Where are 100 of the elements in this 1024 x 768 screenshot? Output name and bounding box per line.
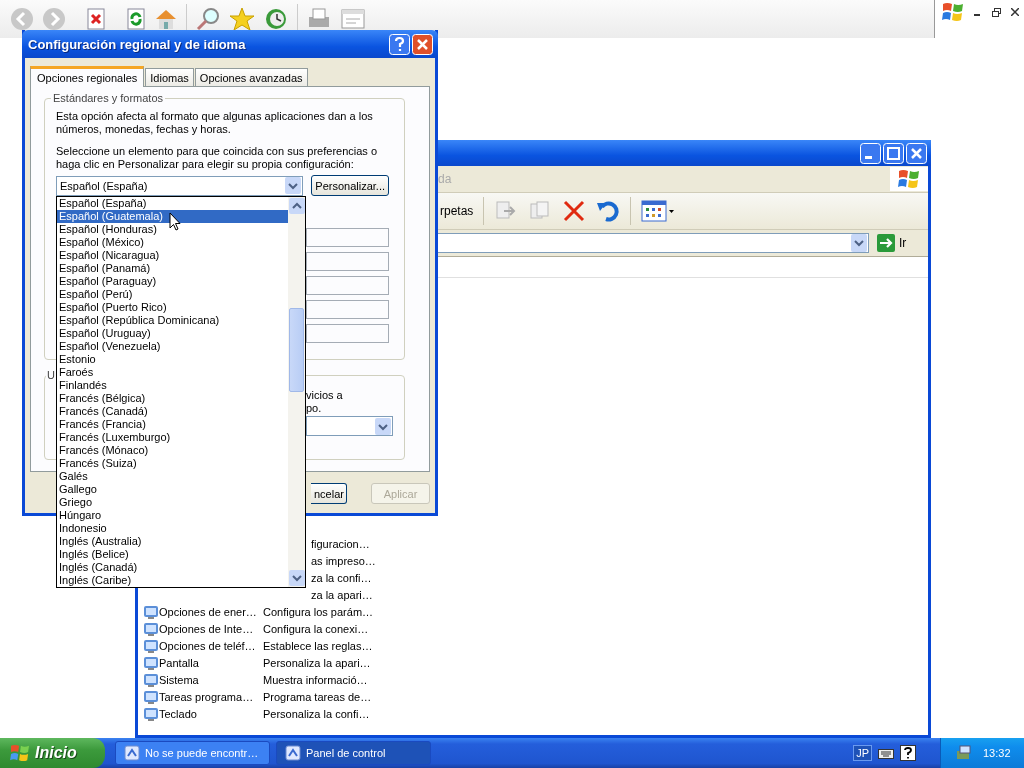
forward-icon[interactable] bbox=[42, 7, 66, 31]
list-option[interactable]: Griego bbox=[57, 496, 288, 509]
list-option[interactable]: Faroés bbox=[57, 366, 288, 379]
item-name[interactable]: Opciones de Inte… bbox=[159, 622, 263, 635]
minimize-button[interactable] bbox=[860, 142, 881, 164]
folders-button[interactable]: rpetas bbox=[440, 204, 474, 218]
go-button[interactable]: Ir bbox=[873, 234, 911, 252]
list-option[interactable]: Español (Uruguay) bbox=[57, 327, 288, 340]
list-option[interactable]: Español (Guatemala) bbox=[57, 210, 288, 223]
item-name[interactable]: Opciones de teléf… bbox=[159, 639, 263, 652]
search-icon[interactable] bbox=[195, 7, 221, 31]
list-option[interactable]: Inglés (Australia) bbox=[57, 535, 288, 548]
scroll-down-icon[interactable] bbox=[288, 570, 305, 586]
edit-icon[interactable] bbox=[340, 7, 366, 31]
list-option[interactable]: Español (Panamá) bbox=[57, 262, 288, 275]
views-icon[interactable] bbox=[641, 200, 676, 222]
list-option[interactable]: Español (Puerto Rico) bbox=[57, 301, 288, 314]
list-option[interactable]: Finlandés bbox=[57, 379, 288, 392]
locale-dropdown[interactable]: Español (España) bbox=[56, 175, 304, 196]
scroll-up-icon[interactable] bbox=[288, 198, 305, 214]
list-option[interactable]: Francés (Canadá) bbox=[57, 405, 288, 418]
start-button[interactable]: Inicio bbox=[0, 738, 105, 768]
list-option[interactable]: Francés (Luxemburgo) bbox=[57, 431, 288, 444]
scrollbar[interactable] bbox=[288, 197, 305, 587]
taskbar-button[interactable]: Panel de control bbox=[276, 741, 431, 765]
maximize-button[interactable] bbox=[883, 142, 904, 164]
list-option[interactable]: Español (Venezuela) bbox=[57, 340, 288, 353]
item-description: Configura los parám… bbox=[263, 605, 374, 618]
list-option[interactable]: Francés (Bélgica) bbox=[57, 392, 288, 405]
restore-icon[interactable] bbox=[992, 7, 1001, 17]
address-field[interactable] bbox=[437, 233, 869, 253]
stop-icon[interactable] bbox=[86, 8, 106, 30]
list-option[interactable]: Inglés (Belice) bbox=[57, 548, 288, 561]
list-option[interactable]: Español (Perú) bbox=[57, 288, 288, 301]
list-option[interactable]: Español (Nicaragua) bbox=[57, 249, 288, 262]
list-option[interactable]: Inglés (Canadá) bbox=[57, 561, 288, 574]
list-option[interactable]: Inglés (Caribe) bbox=[57, 574, 288, 587]
taskbar-button[interactable]: No se puede encontr… bbox=[115, 741, 270, 765]
tab[interactable]: Opciones avanzadas bbox=[194, 68, 308, 86]
item-description: Muestra informació… bbox=[263, 673, 368, 686]
close-button[interactable] bbox=[412, 33, 433, 55]
star-icon[interactable] bbox=[229, 7, 255, 31]
description-text: Esta opción afecta al formato que algunas aplicaciones dan a los números, monedas, fechas y horas. bbox=[56, 110, 374, 136]
item-description: Establece las reglas… bbox=[263, 639, 373, 652]
list-option[interactable]: Francés (Suiza) bbox=[57, 457, 288, 470]
list-option[interactable]: Español (Paraguay) bbox=[57, 275, 288, 288]
list-option[interactable]: Francés (Francia) bbox=[57, 418, 288, 431]
item-description: za la apari… bbox=[311, 588, 373, 601]
list-option[interactable]: Galés bbox=[57, 470, 288, 483]
mouse-pointer-icon bbox=[169, 212, 181, 231]
location-text: vicios a bbox=[306, 389, 344, 402]
list-option[interactable]: Francés (Mónaco) bbox=[57, 444, 288, 457]
list-option[interactable]: Estonio bbox=[57, 353, 288, 366]
home-icon[interactable] bbox=[154, 7, 178, 31]
item-description: za la confi… bbox=[311, 571, 372, 584]
list-option[interactable]: Español (Honduras) bbox=[57, 223, 288, 236]
windows-logo-icon bbox=[10, 744, 30, 762]
item-name[interactable]: Pantalla bbox=[159, 656, 263, 669]
applet-icon bbox=[143, 654, 159, 671]
network-icon[interactable] bbox=[955, 745, 973, 761]
close-icon[interactable] bbox=[1011, 8, 1019, 16]
tab[interactable]: Opciones regionales bbox=[30, 66, 145, 87]
customize-button[interactable]: Personalizar... bbox=[311, 175, 389, 196]
item-name[interactable]: Sistema bbox=[159, 673, 263, 686]
windows-logo-icon bbox=[890, 167, 928, 191]
clock: 13:32 bbox=[983, 747, 1011, 759]
scroll-thumb[interactable] bbox=[289, 308, 304, 392]
undo-icon[interactable] bbox=[596, 199, 621, 223]
list-option[interactable]: Español (República Dominicana) bbox=[57, 314, 288, 327]
list-option[interactable]: Español (México) bbox=[57, 236, 288, 249]
close-button[interactable] bbox=[906, 142, 927, 164]
applet-icon bbox=[143, 620, 159, 637]
location-dropdown[interactable] bbox=[306, 416, 393, 436]
tab[interactable]: Idiomas bbox=[145, 68, 194, 86]
help-icon[interactable] bbox=[900, 745, 916, 761]
instruction-text: Seleccione un elemento para que coincida con sus preferencias o haga clic en Personalizar para elegir su propia configuración: bbox=[56, 145, 379, 171]
applet-icon bbox=[143, 637, 159, 654]
applet-icon bbox=[143, 671, 159, 688]
list-option[interactable]: Indonesio bbox=[57, 522, 288, 535]
item-name[interactable]: Tareas programa… bbox=[159, 690, 263, 703]
language-indicator[interactable]: JP bbox=[853, 745, 872, 761]
item-description: as impreso… bbox=[311, 554, 376, 567]
group-title: Estándares y formatos bbox=[51, 92, 166, 104]
item-description: Personaliza la apari… bbox=[263, 656, 371, 669]
item-name[interactable]: Teclado bbox=[159, 707, 263, 720]
item-description: figuracion… bbox=[311, 537, 370, 550]
keyboard-icon[interactable] bbox=[878, 747, 894, 759]
applet-icon bbox=[143, 603, 159, 620]
item-description: Programa tareas de… bbox=[263, 690, 372, 703]
dialog-button[interactable]: ncelar bbox=[311, 483, 347, 504]
history-icon[interactable] bbox=[263, 7, 289, 31]
list-option[interactable]: Gallego bbox=[57, 483, 288, 496]
item-name[interactable]: Opciones de ener… bbox=[159, 605, 263, 618]
item-description: Personaliza la confi… bbox=[263, 707, 370, 720]
list-option[interactable]: Húngaro bbox=[57, 509, 288, 522]
refresh-icon[interactable] bbox=[126, 8, 146, 30]
delete-icon[interactable] bbox=[562, 199, 587, 223]
list-option[interactable]: Español (España) bbox=[57, 197, 288, 210]
item-description: Configura la conexi… bbox=[263, 622, 369, 635]
applet-icon bbox=[143, 688, 159, 705]
